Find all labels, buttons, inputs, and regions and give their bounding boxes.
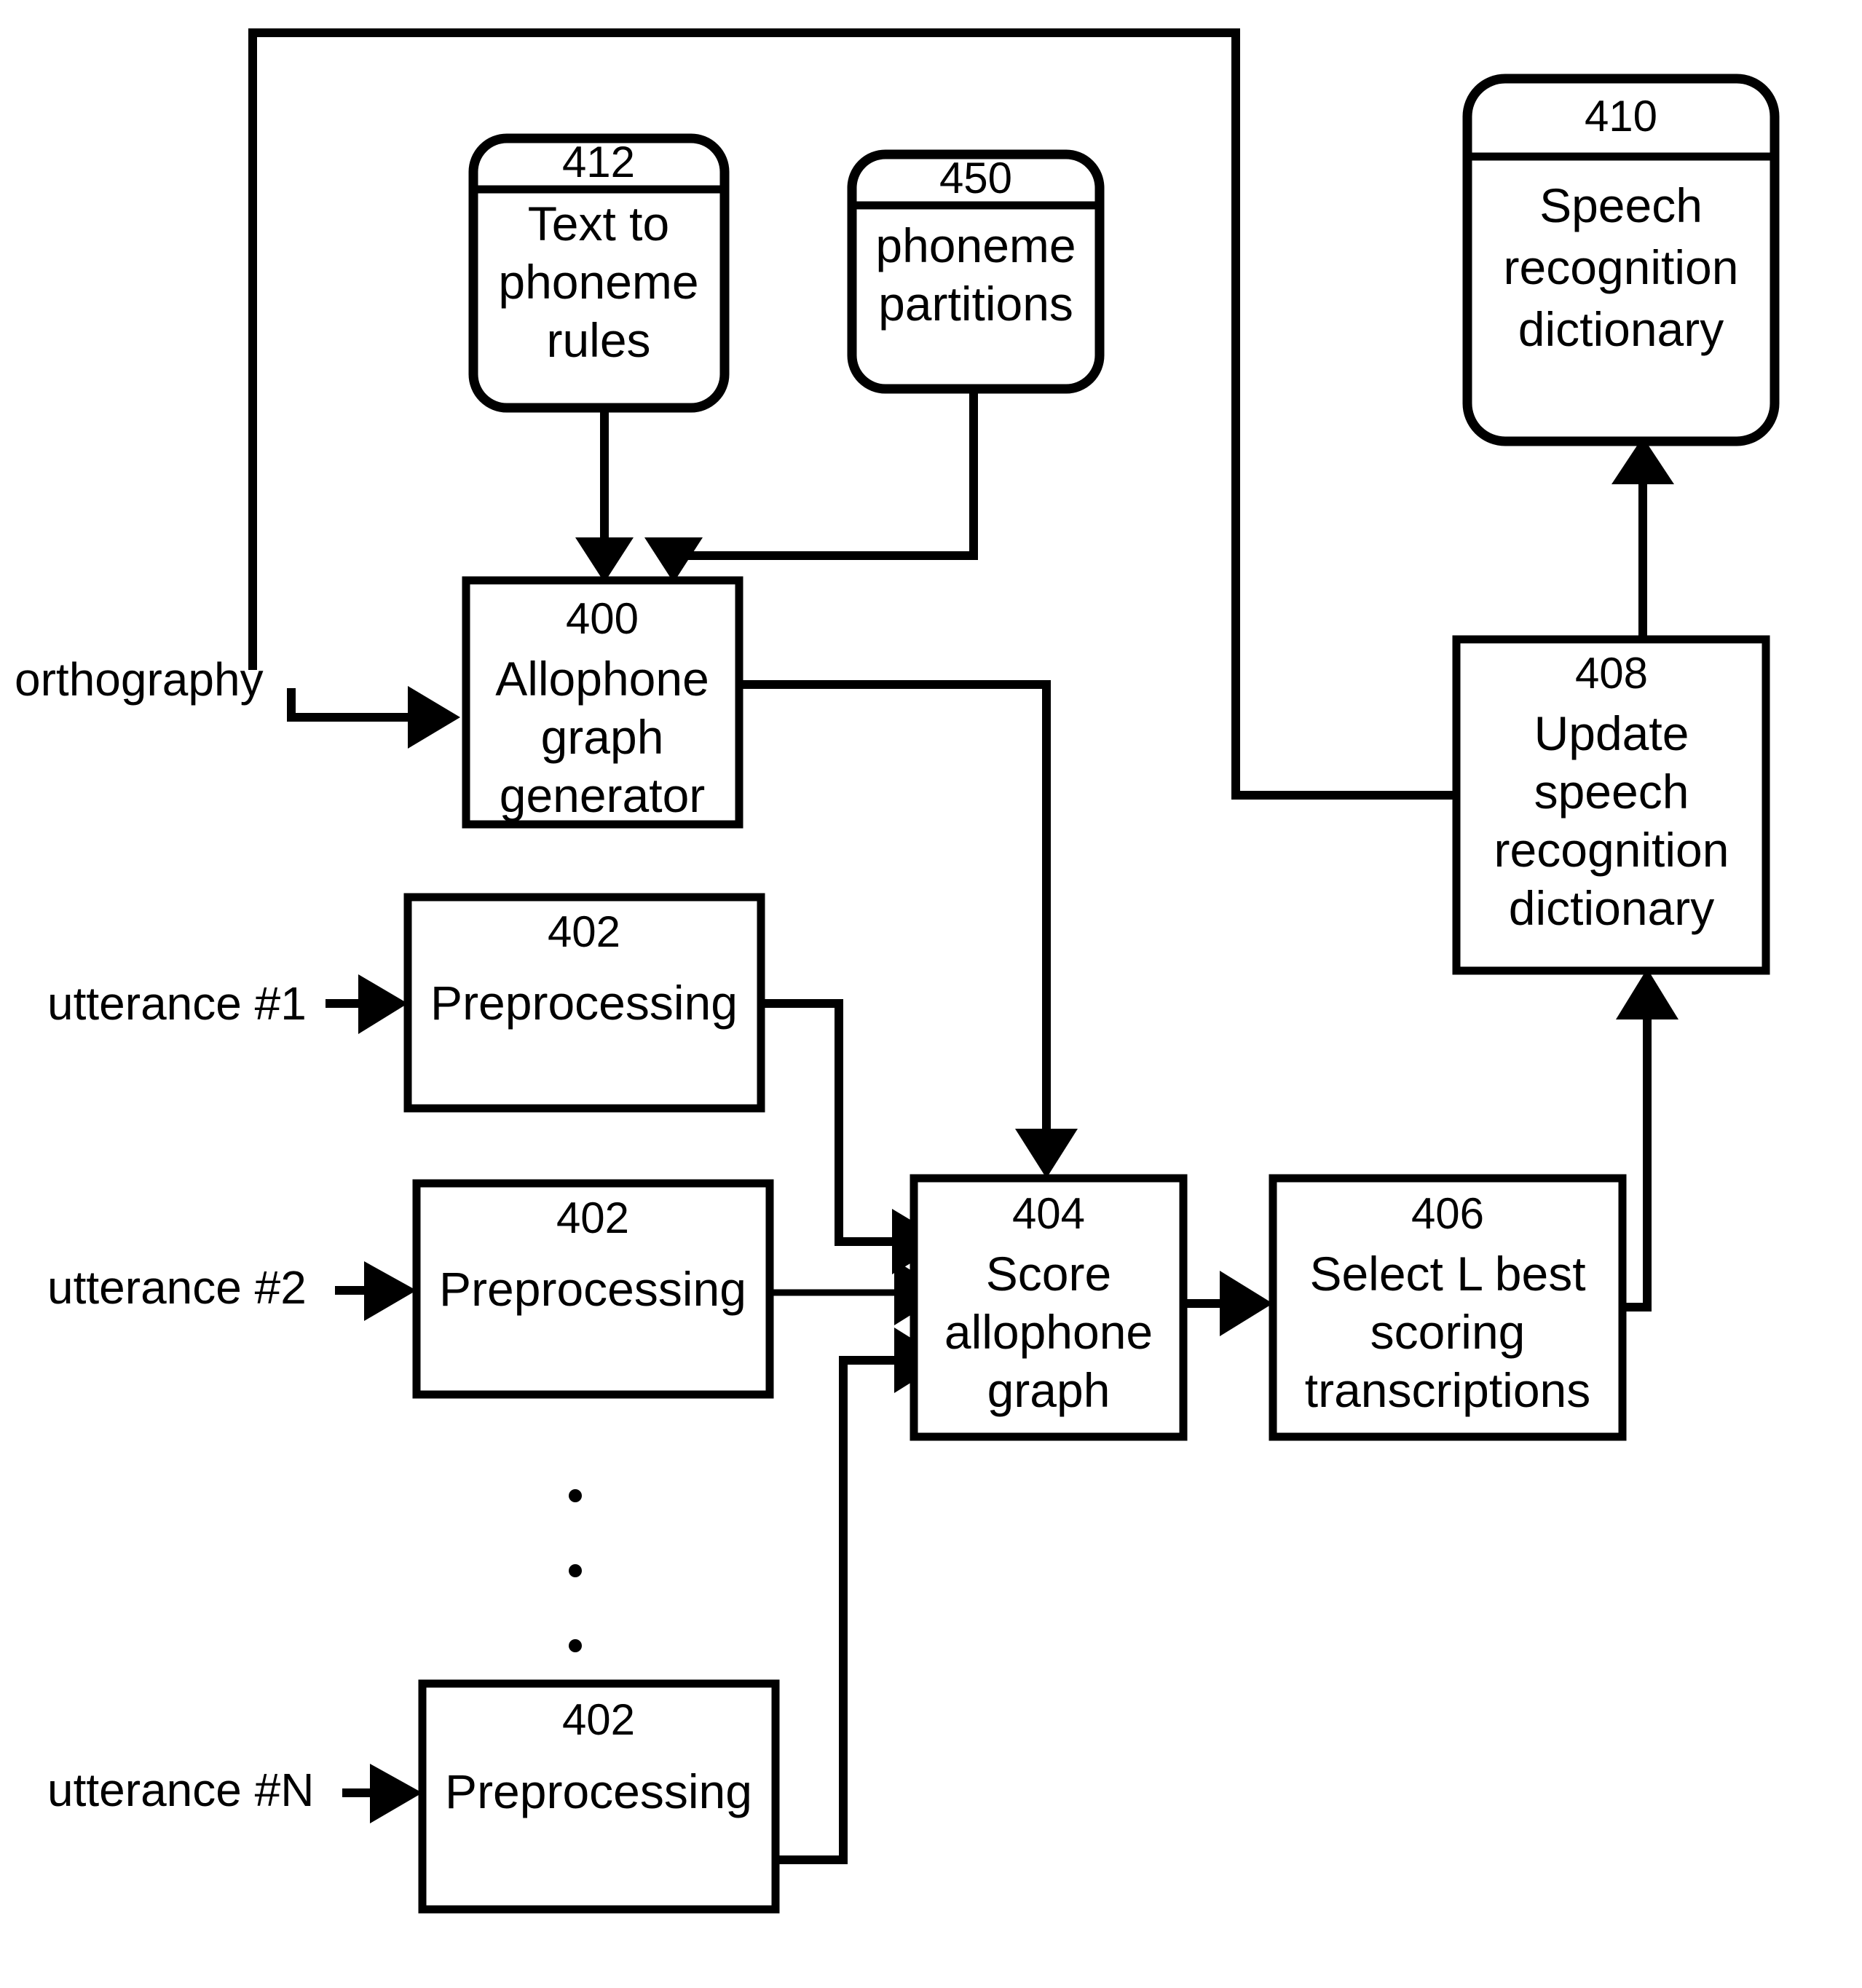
utterance-n-arrow-head bbox=[370, 1764, 422, 1823]
update-speech-recognition-dictionary-line-4: dictionary bbox=[1509, 881, 1714, 935]
vertical-ellipsis bbox=[569, 1489, 582, 1652]
node-preprocessing-1[interactable]: 402 Preprocessing bbox=[403, 893, 765, 1113]
text-to-phoneme-rules-line-1: Text to bbox=[528, 197, 669, 251]
input-utterance-n: utterance #N bbox=[47, 1764, 422, 1823]
generator-to-score-arrow-head bbox=[1015, 1129, 1078, 1178]
rules-to-generator-arrow-head bbox=[575, 537, 634, 583]
node-allophone-graph-generator[interactable]: 400 Allophone graph generator bbox=[462, 576, 743, 829]
utterance-1-label: utterance #1 bbox=[47, 977, 307, 1030]
orthography-arrow-head bbox=[408, 686, 460, 749]
node-score-allophone-graph[interactable]: 404 Score allophone graph bbox=[910, 1174, 1188, 1441]
text-to-phoneme-rules-line-3: rules bbox=[546, 313, 650, 367]
select-l-best-ref: 406 bbox=[1411, 1189, 1484, 1238]
phoneme-partitions-ref: 450 bbox=[939, 154, 1012, 202]
speech-recognition-dictionary-line-2: recognition bbox=[1504, 240, 1739, 294]
input-orthography: orthography bbox=[15, 653, 460, 749]
edge-generator-to-score bbox=[739, 680, 1078, 1178]
orthography-label: orthography bbox=[15, 653, 264, 706]
utterance-2-label: utterance #2 bbox=[47, 1261, 307, 1314]
patent-block-diagram: 412 Text to phoneme rules 450 phoneme pa… bbox=[0, 0, 1862, 1988]
diagram-canvas: 412 Text to phoneme rules 450 phoneme pa… bbox=[15, 28, 1780, 1914]
preprocessing-1-label: Preprocessing bbox=[430, 976, 738, 1030]
node-select-l-best[interactable]: 406 Select L best scoring transcriptions bbox=[1269, 1174, 1627, 1441]
allophone-graph-generator-line-3: generator bbox=[500, 768, 706, 822]
score-allophone-graph-line-3: graph bbox=[987, 1363, 1111, 1417]
update-speech-recognition-dictionary-ref: 408 bbox=[1575, 649, 1648, 698]
preprocessing-2-label: Preprocessing bbox=[439, 1262, 746, 1316]
speech-recognition-dictionary-ref: 410 bbox=[1585, 92, 1657, 141]
allophone-graph-generator-ref: 400 bbox=[566, 594, 639, 643]
select-l-best-line-2: scoring bbox=[1370, 1305, 1526, 1359]
node-update-speech-recognition-dictionary[interactable]: 408 Update speech recognition dictionary bbox=[1452, 635, 1770, 975]
update-speech-recognition-dictionary-line-1: Update bbox=[1534, 706, 1689, 760]
edge-update-to-dictionary bbox=[1612, 437, 1674, 641]
speech-recognition-dictionary-line-1: Speech bbox=[1539, 178, 1703, 232]
preprocessing-1-ref: 402 bbox=[548, 907, 620, 956]
select-l-best-line-3: transcriptions bbox=[1305, 1363, 1591, 1417]
score-allophone-graph-line-2: allophone bbox=[944, 1305, 1153, 1359]
allophone-graph-generator-line-2: graph bbox=[541, 710, 664, 764]
preprocessing-n-label: Preprocessing bbox=[445, 1764, 752, 1818]
text-to-phoneme-rules-line-2: phoneme bbox=[498, 255, 698, 309]
select-to-update-arrow-head bbox=[1616, 969, 1678, 1019]
update-speech-recognition-dictionary-line-2: speech bbox=[1534, 765, 1689, 819]
score-allophone-graph-ref: 404 bbox=[1012, 1189, 1085, 1238]
utterance-2-arrow-head bbox=[364, 1261, 417, 1321]
utterance-n-label: utterance #N bbox=[47, 1764, 314, 1816]
allophone-graph-generator-line-1: Allophone bbox=[495, 652, 709, 706]
text-to-phoneme-rules-ref: 412 bbox=[562, 138, 635, 186]
ellipsis-dot-3 bbox=[569, 1639, 582, 1652]
input-utterance-2: utterance #2 bbox=[47, 1261, 417, 1321]
preprocessing-n-ref: 402 bbox=[562, 1695, 635, 1744]
edge-partitions-to-generator bbox=[644, 389, 978, 583]
node-preprocessing-2[interactable]: 402 Preprocessing bbox=[412, 1179, 774, 1399]
speech-recognition-dictionary-line-3: dictionary bbox=[1518, 302, 1724, 356]
ellipsis-dot-2 bbox=[569, 1564, 582, 1577]
node-preprocessing-n[interactable]: 402 Preprocessing bbox=[418, 1679, 780, 1914]
score-to-select-arrow-head bbox=[1220, 1271, 1273, 1336]
ellipsis-dot-1 bbox=[569, 1489, 582, 1502]
select-l-best-line-1: Select L best bbox=[1309, 1247, 1585, 1301]
utterance-1-arrow-head bbox=[358, 974, 408, 1034]
phoneme-partitions-line-2: partitions bbox=[878, 277, 1073, 331]
node-text-to-phoneme-rules[interactable]: 412 Text to phoneme rules bbox=[468, 133, 730, 413]
input-utterance-1: utterance #1 bbox=[47, 974, 408, 1034]
score-allophone-graph-line-1: Score bbox=[986, 1247, 1111, 1301]
node-phoneme-partitions[interactable]: 450 phoneme partitions bbox=[847, 149, 1105, 394]
preprocessing-2-ref: 402 bbox=[556, 1194, 629, 1242]
edge-rules-to-generator bbox=[575, 408, 634, 583]
edge-score-to-select bbox=[1183, 1271, 1273, 1336]
node-speech-recognition-dictionary[interactable]: 410 Speech recognition dictionary bbox=[1462, 74, 1780, 446]
phoneme-partitions-line-1: phoneme bbox=[875, 218, 1076, 272]
update-speech-recognition-dictionary-line-3: recognition bbox=[1494, 823, 1729, 877]
